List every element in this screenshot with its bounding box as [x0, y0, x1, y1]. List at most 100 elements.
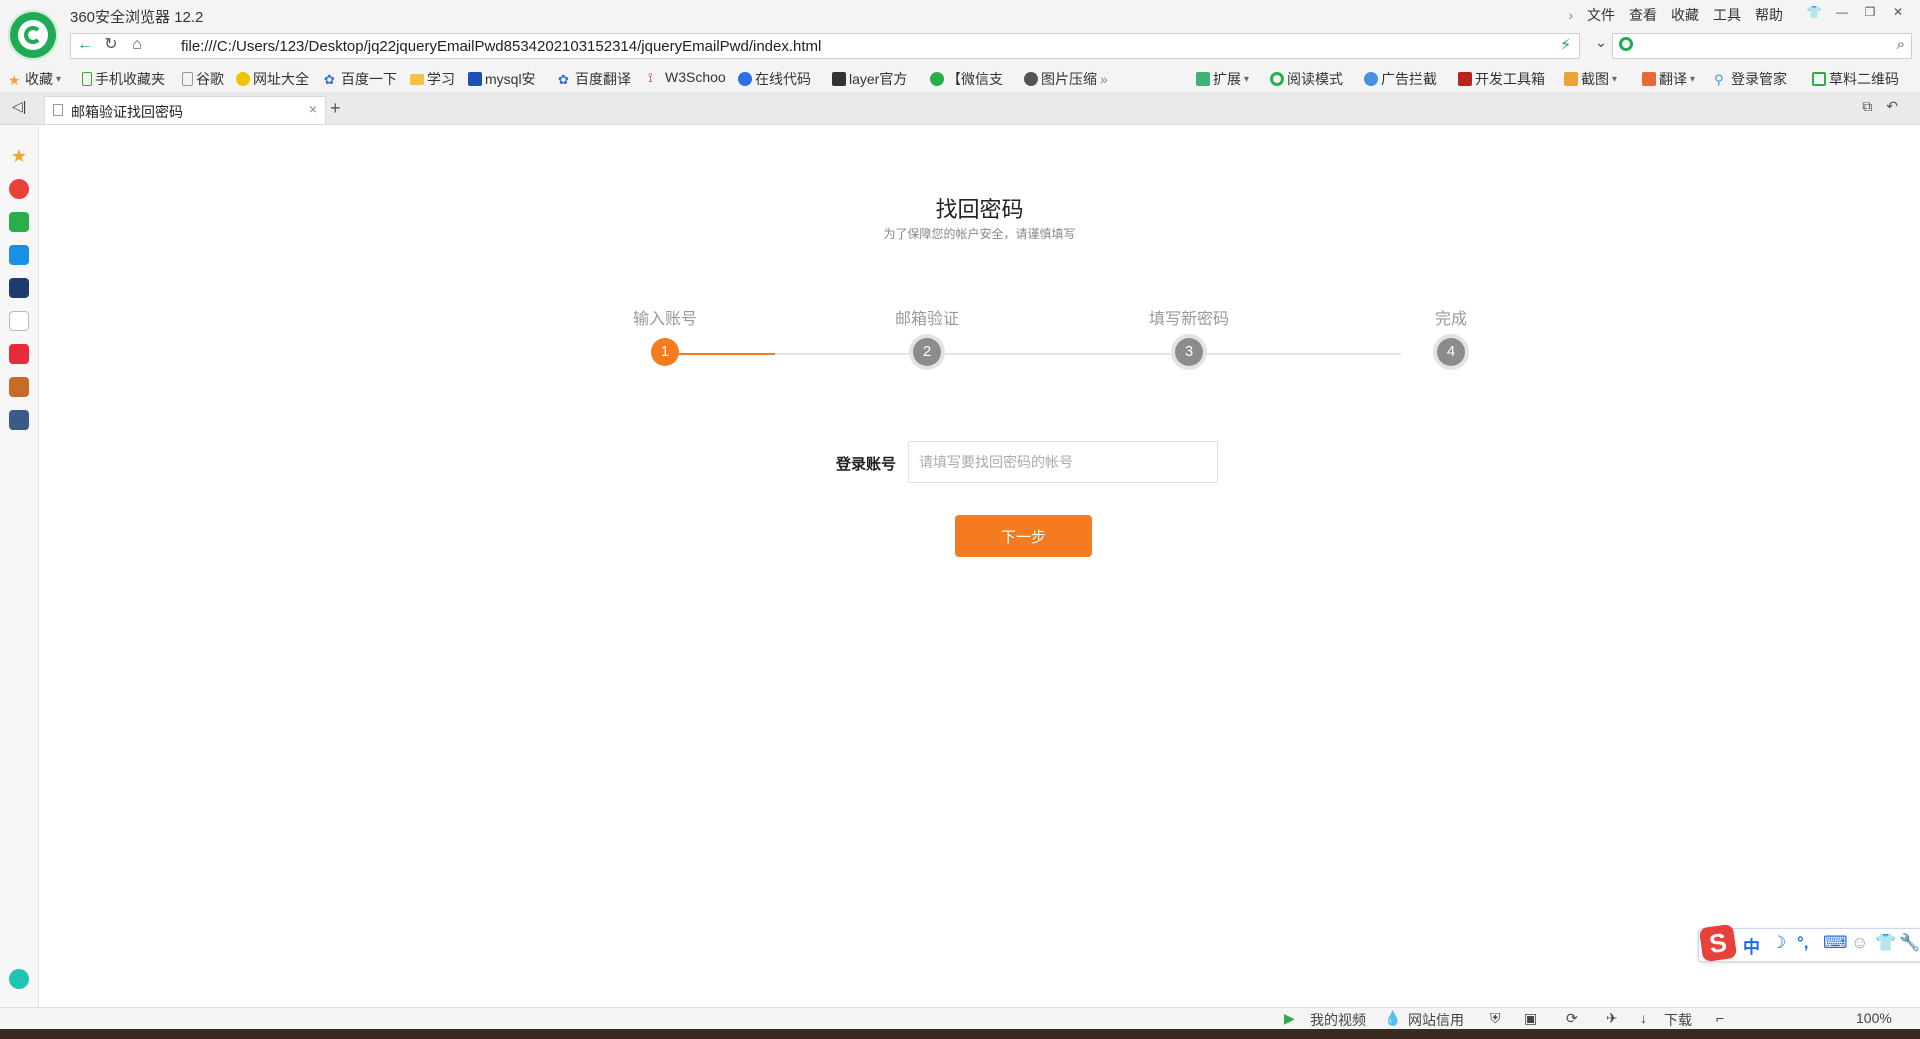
browser-logo-icon[interactable]	[8, 10, 58, 60]
extension-item[interactable]: 开发工具箱	[1458, 69, 1545, 89]
shop-icon[interactable]	[9, 344, 29, 364]
extension-item[interactable]: ⚲ 登录管家	[1714, 69, 1787, 89]
search-engine-icon[interactable]	[1619, 37, 1633, 51]
address-bar: ← ↻ ⌂ file:///C:/Users/123/Desktop/jq22j…	[0, 30, 1920, 64]
home-icon[interactable]: ⌂	[125, 34, 149, 56]
video-icon[interactable]: ▶	[1284, 1010, 1295, 1027]
status-bar: ▶ 我的视频 💧 网站信用 ⛨ ▣ ⟳ ✈ ↓ 下载 ⌐ 100%	[0, 1007, 1920, 1030]
baidu-icon: ✿	[324, 72, 335, 87]
skin-icon[interactable]: 👕	[1875, 933, 1896, 953]
chevron-down-icon[interactable]: ⌄	[1590, 34, 1612, 60]
extension-icon	[1196, 72, 1210, 86]
wrench-icon[interactable]: 🔧	[1899, 933, 1920, 953]
bookmark-item[interactable]: ⟟ W3Schoo	[648, 69, 726, 85]
account-label: 登录账号	[836, 456, 897, 473]
page-title: 找回密码	[935, 197, 1024, 222]
bookmark-item[interactable]: 在线代码	[738, 69, 811, 89]
url-box[interactable]: ← ↻ ⌂ file:///C:/Users/123/Desktop/jq22j…	[70, 33, 1580, 59]
my-video-link[interactable]: 我的视频	[1310, 1010, 1366, 1030]
add-app-icon[interactable]	[9, 969, 29, 989]
document-icon[interactable]	[9, 311, 29, 331]
extension-item[interactable]: 扩展 ▾	[1196, 69, 1249, 89]
extension-item[interactable]: 截图 ▾	[1564, 69, 1617, 89]
key-icon: ⚲	[1714, 72, 1724, 87]
extension-item[interactable]: 草料二维码	[1812, 69, 1899, 89]
menu-bar: › 文件 查看 收藏 工具 帮助	[1561, 4, 1790, 26]
restore-tabs-icon[interactable]: ⧉	[1862, 98, 1872, 115]
menu-help[interactable]: 帮助	[1748, 4, 1790, 26]
next-step-button[interactable]: 下一步	[955, 515, 1092, 557]
bookmark-favorites[interactable]: ★ 收藏 ▾	[8, 69, 61, 89]
skin-icon[interactable]: 👕	[1800, 2, 1828, 22]
pin-icon[interactable]: ✈	[1606, 1010, 1618, 1027]
w3school-icon: ⟟	[648, 70, 653, 85]
zoom-level[interactable]: 100%	[1856, 1010, 1892, 1026]
punctuation-icon[interactable]: °,	[1797, 933, 1809, 953]
step-circle-2: 2	[913, 338, 941, 366]
weibo-icon[interactable]	[9, 179, 29, 199]
keyboard-icon[interactable]: ⌨	[1823, 933, 1848, 953]
extension-item[interactable]: 阅读模式	[1270, 69, 1343, 89]
search-box[interactable]: ⌕	[1612, 33, 1912, 59]
extension-item[interactable]: 翻译 ▾	[1642, 69, 1695, 89]
bookmark-item[interactable]: layer官方	[832, 69, 907, 89]
caret-down-icon: ▾	[1690, 73, 1696, 85]
app-news-icon[interactable]	[9, 278, 29, 298]
image-icon[interactable]: ▣	[1524, 1010, 1537, 1027]
menu-tools[interactable]: 工具	[1706, 4, 1748, 26]
favorites-star-icon[interactable]: ★	[9, 146, 29, 166]
bookmark-item[interactable]: mysql安	[468, 69, 536, 89]
page-icon	[53, 104, 63, 116]
sidebar-toggle-icon[interactable]: ◁|	[12, 98, 26, 115]
step-line-active	[665, 353, 775, 355]
moon-icon[interactable]: ☽	[1771, 933, 1786, 953]
phone-icon	[82, 72, 92, 86]
menu-view[interactable]: 查看	[1622, 4, 1664, 26]
menu-file[interactable]: 文件	[1580, 4, 1622, 26]
site-credit-link[interactable]: 网站信用	[1408, 1010, 1464, 1030]
game-icon[interactable]	[9, 410, 29, 430]
mail-icon[interactable]	[9, 212, 29, 232]
tab-tools: ⧉ ↶	[1862, 98, 1898, 115]
speed-mode-icon[interactable]: ⚡	[1560, 35, 1571, 55]
download-icon[interactable]: ↓	[1640, 1010, 1647, 1026]
back-icon[interactable]: ←	[73, 34, 97, 56]
chevron-right-icon[interactable]: ›	[1561, 4, 1580, 26]
step-circle-4: 4	[1437, 338, 1465, 366]
bookmark-item[interactable]: 【微信支	[930, 69, 1003, 89]
search-icon[interactable]: ⌕	[1897, 36, 1905, 53]
app-p-icon[interactable]	[9, 245, 29, 265]
refresh-icon[interactable]: ⟳	[1566, 1010, 1578, 1027]
site-icon	[236, 72, 250, 86]
close-icon[interactable]: ✕	[1884, 2, 1912, 22]
more-icon[interactable]: »	[1100, 71, 1108, 87]
shield-icon[interactable]: ⛨	[1490, 1010, 1501, 1027]
tab-active[interactable]: 邮箱验证找回密码 ×	[44, 96, 326, 124]
step-line	[775, 353, 1401, 355]
extension-item[interactable]: 广告拦截	[1364, 69, 1437, 89]
sogou-logo-icon[interactable]: S	[1698, 923, 1738, 963]
bookmark-item[interactable]: ✿ 百度一下	[324, 69, 397, 89]
bookmark-item[interactable]: ✿ 百度翻译	[558, 69, 631, 89]
step-label-4: 完成	[1434, 311, 1468, 328]
download-link[interactable]: 下载	[1664, 1010, 1692, 1030]
menu-favorites[interactable]: 收藏	[1664, 4, 1706, 26]
user-icon[interactable]: ☺	[1851, 933, 1868, 953]
url-text[interactable]: file:///C:/Users/123/Desktop/jq22jqueryE…	[181, 38, 821, 55]
maximize-icon[interactable]: ❐	[1856, 2, 1884, 22]
bookmark-item[interactable]: 学习	[410, 69, 455, 89]
window-icon[interactable]: ⌐	[1716, 1010, 1724, 1026]
minimize-icon[interactable]: —	[1828, 2, 1856, 22]
new-tab-button[interactable]: +	[330, 98, 341, 119]
screenshot-icon	[1564, 72, 1578, 86]
bookmark-item[interactable]: 手机收藏夹	[82, 69, 165, 89]
bookmark-item[interactable]: 图片压缩»	[1024, 69, 1108, 89]
game-icon[interactable]	[9, 377, 29, 397]
ime-mode-chinese[interactable]: 中	[1743, 933, 1760, 958]
undo-close-icon[interactable]: ↶	[1886, 98, 1898, 115]
reload-icon[interactable]: ↻	[99, 34, 123, 56]
bookmark-item[interactable]: 网址大全	[236, 69, 309, 89]
bookmark-item[interactable]: 谷歌	[182, 69, 224, 89]
account-input[interactable]	[908, 441, 1218, 483]
tab-close-icon[interactable]: ×	[309, 101, 317, 117]
